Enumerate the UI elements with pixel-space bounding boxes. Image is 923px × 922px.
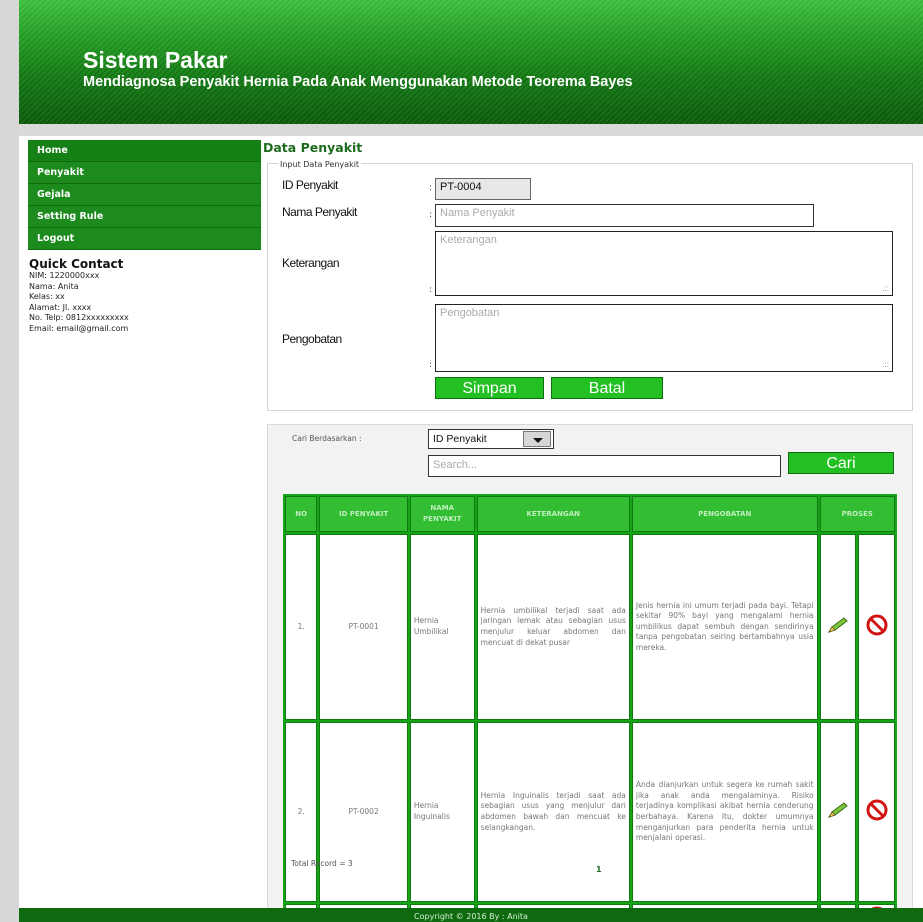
pengobatan-placeholder: Pengobatan [440, 307, 500, 319]
footer: Copyright © 2016 By : Anita [19, 908, 923, 922]
col-header-id: ID PENYAKIT [319, 496, 408, 532]
site-header: Sistem Pakar Mendiagnosa Penyakit Hernia… [19, 0, 923, 124]
table-row: 2. PT-0002 Hernia Inguinalis Hernia Ingu… [285, 722, 895, 902]
edit-cell[interactable] [819, 722, 857, 902]
search-by-select[interactable]: ID Penyakit [428, 429, 554, 449]
page-left-border [0, 0, 19, 922]
row-id: PT-0001 [319, 534, 408, 720]
delete-cell[interactable] [858, 722, 895, 902]
no-entry-icon[interactable] [866, 799, 888, 821]
sidebar-item-setting-rule[interactable]: Setting Rule [28, 206, 261, 228]
id-colon: : [429, 183, 433, 193]
search-by-selected-value: ID Penyakit [433, 433, 487, 445]
row-nama: Hernia Umbilikal [409, 534, 475, 720]
table-header-row: NO ID PENYAKIT NAMA PENYAKIT KETERANGAN … [285, 496, 895, 532]
row-keterangan: Hernia umbilikal terjadi saat ada jaring… [476, 534, 630, 720]
row-id: PT-0002 [319, 722, 408, 902]
data-table: NO ID PENYAKIT NAMA PENYAKIT KETERANGAN … [283, 494, 897, 922]
page: Sistem Pakar Mendiagnosa Penyakit Hernia… [19, 0, 923, 922]
col-header-proses: PROSES [819, 496, 895, 532]
quick-contact-nim: NIM: 1220000xxx [29, 271, 100, 280]
row-nama: Hernia Inguinalis [409, 722, 475, 902]
no-entry-icon[interactable] [866, 614, 888, 636]
sidebar: Home Penyakit Gejala Setting Rule Logout… [28, 140, 261, 334]
cancel-button[interactable]: Batal [551, 377, 663, 399]
col-header-pengobatan: PENGOBATAN [631, 496, 818, 532]
id-penyakit-field[interactable]: PT-0004 [435, 178, 531, 200]
resize-grip-icon[interactable]: .:: [882, 360, 889, 369]
pencil-icon[interactable] [826, 615, 850, 635]
pengobatan-textarea[interactable]: Pengobatan .:: [435, 304, 893, 372]
quick-contact-title: Quick Contact [29, 257, 124, 271]
row-pengobatan: Jenis hernia ini umum terjadi pada bayi.… [631, 534, 818, 720]
search-button[interactable]: Cari [788, 452, 894, 474]
search-by-label: Cari Berdasarkan : [292, 434, 362, 443]
page-title: Data Penyakit [263, 140, 363, 155]
pengobatan-label: Pengobatan [282, 332, 342, 346]
sidebar-item-logout[interactable]: Logout [28, 228, 261, 250]
quick-contact-nama: Nama: Anita [29, 281, 79, 291]
site-title: Sistem Pakar [83, 47, 228, 73]
row-no: 1. [285, 534, 318, 720]
sidebar-item-home[interactable]: Home [28, 140, 261, 162]
keterangan-textarea[interactable]: Keterangan .:: [435, 231, 893, 296]
form-legend: Input Data Penyakit [278, 160, 362, 169]
resize-grip-icon[interactable]: .:: [882, 284, 889, 293]
input-form: Input Data Penyakit ID Penyakit : PT-000… [267, 160, 913, 411]
pencil-icon[interactable] [826, 800, 850, 820]
row-pengobatan: Anda dianjurkan untuk segera ke rumah sa… [631, 722, 818, 902]
pengobatan-colon: : [429, 360, 433, 370]
chevron-down-icon[interactable] [523, 431, 551, 447]
sidebar-item-penyakit[interactable]: Penyakit [28, 162, 261, 184]
nama-penyakit-input[interactable]: Nama Penyakit [435, 204, 814, 227]
col-header-keterangan: KETERANGAN [476, 496, 630, 532]
quick-contact-kelas: Kelas: xx [29, 292, 65, 301]
pagination-page-1[interactable]: 1 [596, 865, 602, 874]
total-record: Total Record = 3 [291, 859, 353, 868]
quick-contact-alamat: Alamat: Jl. xxxx [29, 302, 92, 312]
id-penyakit-label: ID Penyakit [282, 178, 338, 192]
table-row: 1. PT-0001 Hernia Umbilikal Hernia umbil… [285, 534, 895, 720]
quick-contact-telp: No. Telp: 0812xxxxxxxxx [29, 313, 129, 322]
edit-cell[interactable] [819, 534, 857, 720]
col-header-nama: NAMA PENYAKIT [409, 496, 475, 532]
delete-cell[interactable] [858, 534, 895, 720]
keterangan-placeholder: Keterangan [440, 234, 497, 246]
nama-penyakit-label: Nama Penyakit [282, 205, 357, 219]
nama-colon: : [429, 210, 433, 220]
quick-contact-email: Email: email@gmail.com [29, 323, 129, 333]
sidebar-item-gejala[interactable]: Gejala [28, 184, 261, 206]
keterangan-label: Keterangan [282, 256, 340, 270]
row-keterangan: Hernia Inguinalis terjadi saat ada sebag… [476, 722, 630, 902]
data-list-panel: Cari Berdasarkan : ID Penyakit Search...… [267, 424, 913, 922]
col-header-no: NO [285, 496, 318, 532]
site-subtitle: Mendiagnosa Penyakit Hernia Pada Anak Me… [83, 74, 633, 90]
row-no: 2. [285, 722, 318, 902]
keterangan-colon: : [429, 285, 433, 295]
search-input[interactable]: Search... [428, 455, 781, 477]
header-separator [19, 124, 923, 136]
save-button[interactable]: Simpan [435, 377, 544, 399]
